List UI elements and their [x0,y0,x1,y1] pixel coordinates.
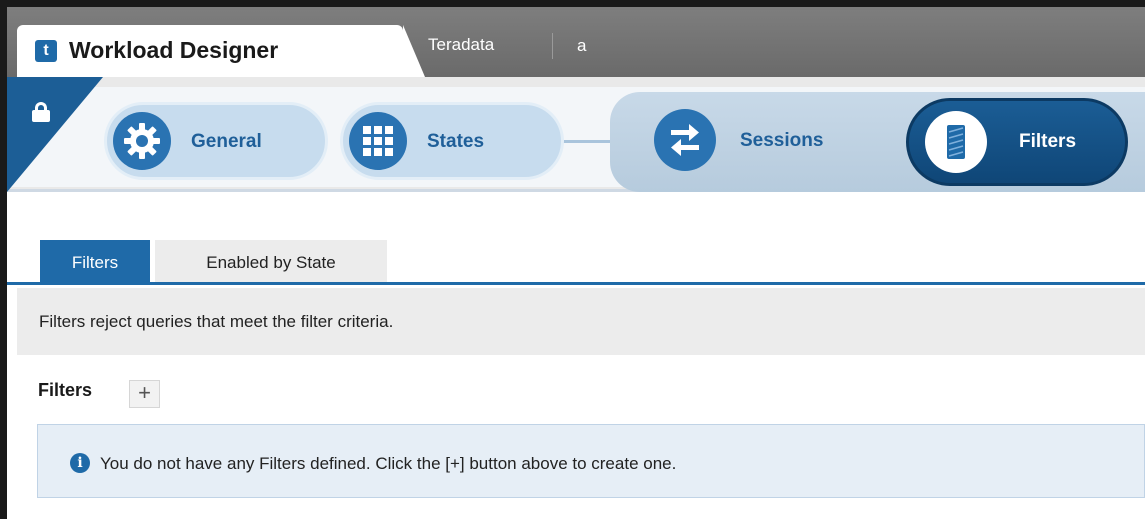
description-bar: Filters reject queries that meet the fil… [17,288,1145,355]
add-filter-button[interactable]: + [129,380,160,408]
tab-filters[interactable]: Filters [40,240,150,282]
description-text: Filters reject queries that meet the fil… [39,312,394,331]
window-frame-left [0,0,7,519]
system-user[interactable]: a [577,36,586,56]
lock-corner [7,77,103,192]
filters-section-title: Filters [38,380,93,400]
tab-enabled-by-state[interactable]: Enabled by State [155,240,387,282]
grid-icon [349,112,407,170]
filter-card-icon [925,111,987,173]
info-message-box: i You do not have any Filters defined. C… [37,424,1145,498]
step-label-general: General [191,131,262,152]
step-label-filters: Filters [1019,131,1077,152]
gear-icon [113,112,171,170]
info-icon: i [70,453,90,473]
step-filters[interactable]: Filters [906,98,1128,186]
info-message-text: You do not have any Filters defined. Cli… [100,454,677,473]
step-general[interactable]: General [104,102,328,180]
app-title: Workload Designer [69,37,279,63]
teradata-logo-icon: t [35,40,57,62]
window-frame-top [0,0,1145,7]
sub-tab-bar: Filters Enabled by State [7,240,1145,285]
lock-icon[interactable] [32,102,50,122]
step-label-states: States [427,131,485,152]
step-states[interactable]: States [340,102,564,180]
transfer-arrows-icon [654,109,716,171]
title-bar: t Workload Designer [7,7,1145,77]
step-sessions[interactable]: Sessions [648,102,878,180]
app-tab[interactable]: t Workload Designer [17,25,425,77]
system-divider [552,33,553,59]
step-label-sessions: Sessions [740,130,824,151]
system-name[interactable]: Teradata [428,35,494,55]
